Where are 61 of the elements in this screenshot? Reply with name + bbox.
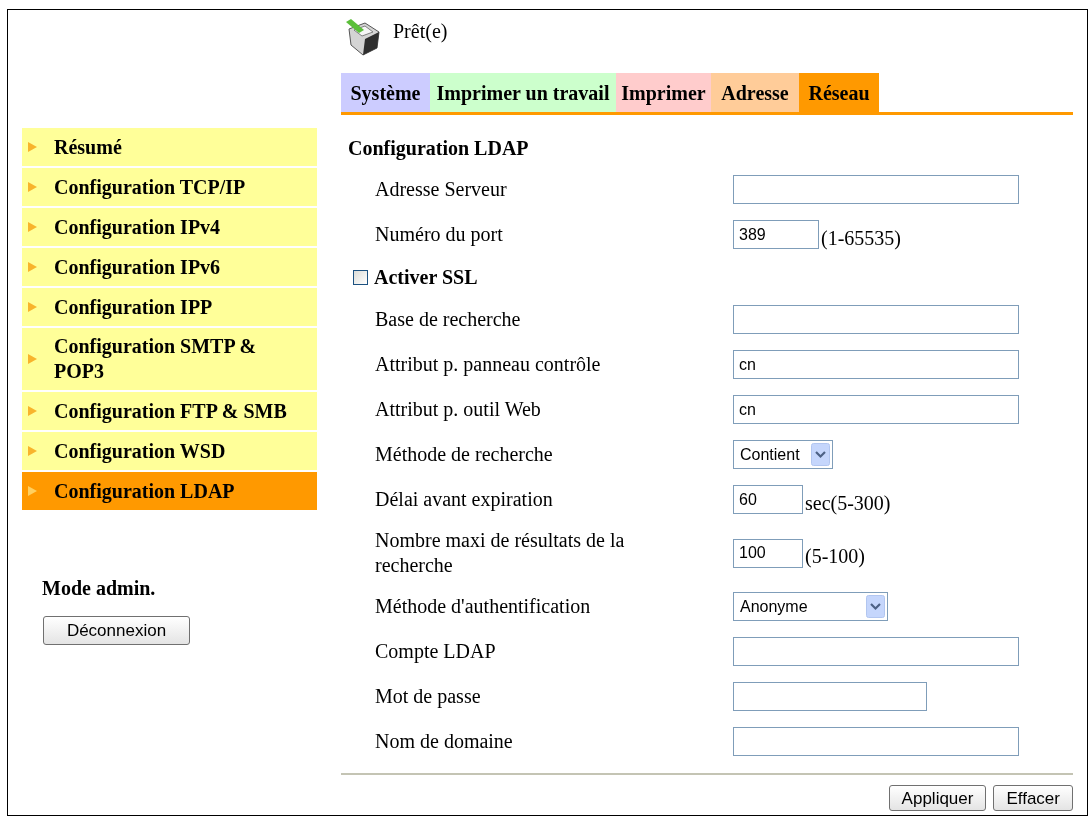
section-title: Configuration LDAP xyxy=(348,136,529,160)
text-field[interactable]: 389 xyxy=(733,220,819,249)
tab[interactable]: Imprimer xyxy=(616,73,711,112)
logout-button[interactable]: Déconnexion xyxy=(43,616,190,645)
triangle-icon xyxy=(28,142,37,152)
triangle-icon xyxy=(28,262,37,272)
tab[interactable]: Adresse xyxy=(711,73,799,112)
sidebar-item[interactable]: Configuration WSD xyxy=(22,432,317,470)
field-label: Compte LDAP xyxy=(375,639,496,664)
sidebar-item[interactable]: Résumé xyxy=(22,128,317,166)
sidebar-item[interactable]: Configuration SMTP & POP3 xyxy=(22,328,317,390)
sidebar-item[interactable]: Configuration IPP xyxy=(22,288,317,326)
text-field[interactable]: cn xyxy=(733,395,1019,424)
text-field[interactable]: 100 xyxy=(733,538,803,568)
range-hint: sec(5-300) xyxy=(805,490,891,515)
sidebar-item[interactable]: Configuration IPv4 xyxy=(22,208,317,246)
tab[interactable]: Réseau xyxy=(799,73,879,112)
triangle-icon xyxy=(28,446,37,456)
field-label: Attribut p. panneau contrôle xyxy=(375,352,601,377)
field-label: Méthode d'authentification xyxy=(375,594,591,619)
sidebar-item[interactable]: Configuration TCP/IP xyxy=(22,168,317,206)
clear-button[interactable]: Effacer xyxy=(993,785,1073,811)
field-label: Base de recherche xyxy=(375,307,521,332)
text-field[interactable] xyxy=(733,305,1019,334)
field-label: Attribut p. outil Web xyxy=(375,397,541,422)
status-text: Prêt(e) xyxy=(393,19,448,43)
triangle-icon xyxy=(28,354,37,364)
sidebar-item[interactable]: Configuration FTP & SMB xyxy=(22,392,317,430)
field-label: Numéro du port xyxy=(375,222,503,247)
dropdown[interactable]: Contient xyxy=(733,440,833,469)
triangle-icon xyxy=(28,182,37,192)
range-hint: (5-100) xyxy=(805,544,865,568)
checkbox[interactable] xyxy=(353,269,368,285)
chevron-down-icon xyxy=(866,595,885,618)
range-hint: (1-65535) xyxy=(821,225,901,250)
printer-icon xyxy=(345,18,383,56)
text-field[interactable]: 60 xyxy=(733,485,803,514)
field-label: Méthode de recherche xyxy=(375,442,553,467)
triangle-icon xyxy=(28,222,37,232)
dropdown[interactable]: Anonyme xyxy=(733,592,888,621)
sidebar-item[interactable]: Configuration LDAP xyxy=(22,472,317,510)
triangle-icon xyxy=(28,486,37,496)
text-field[interactable] xyxy=(733,637,1019,666)
field-label: Nom de domaine xyxy=(375,729,513,754)
triangle-icon xyxy=(28,406,37,416)
password-field[interactable] xyxy=(733,682,927,711)
apply-button[interactable]: Appliquer xyxy=(888,785,987,811)
field-label: Adresse Serveur xyxy=(375,177,507,202)
tab[interactable]: Système xyxy=(341,73,430,112)
sidebar-item[interactable]: Configuration IPv6 xyxy=(22,248,317,286)
field-label: Nombre maxi de résultats de la recherche xyxy=(375,528,626,578)
triangle-icon xyxy=(28,302,37,312)
checkbox-label: Activer SSL xyxy=(374,264,478,290)
text-field[interactable] xyxy=(733,727,1019,756)
admin-mode-label: Mode admin. xyxy=(42,576,156,600)
tab[interactable]: Imprimer un travail xyxy=(430,73,616,112)
text-field[interactable]: cn xyxy=(733,350,1019,379)
field-label: Délai avant expiration xyxy=(375,487,553,512)
chevron-down-icon xyxy=(811,443,830,466)
field-label: Mot de passe xyxy=(375,684,481,709)
text-field[interactable] xyxy=(733,175,1019,204)
